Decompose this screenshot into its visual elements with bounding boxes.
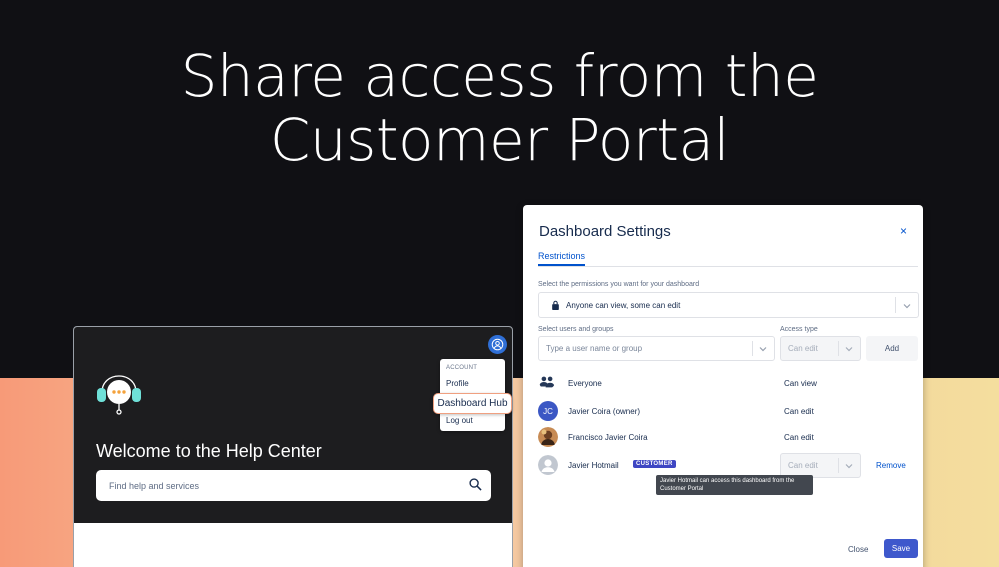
tab-restrictions[interactable]: Restrictions bbox=[538, 251, 586, 266]
add-button[interactable]: Add bbox=[866, 336, 918, 361]
chevron-down-icon bbox=[845, 347, 853, 352]
permissions-select[interactable]: Anyone can view, some can edit bbox=[538, 292, 919, 318]
access-type-select[interactable]: Can edit bbox=[780, 336, 861, 361]
users-label: Select users and groups bbox=[538, 326, 614, 333]
close-icon[interactable]: × bbox=[900, 224, 907, 238]
chevron-down-icon bbox=[759, 347, 767, 352]
access-type-label: Access type bbox=[780, 326, 818, 333]
save-button[interactable]: Save bbox=[884, 539, 918, 558]
customer-access-tooltip: Javier Hotmail can access this dashboard… bbox=[656, 475, 813, 495]
search-icon[interactable] bbox=[469, 478, 482, 491]
account-avatar-button[interactable] bbox=[488, 335, 507, 354]
permissions-label: Select the permissions you want for your… bbox=[538, 281, 700, 288]
row-name: Everyone bbox=[568, 379, 602, 388]
help-search-box[interactable] bbox=[96, 470, 491, 501]
access-type-value: Can edit bbox=[788, 344, 818, 353]
row-access: Can edit bbox=[784, 407, 814, 416]
avatar-initials: JC bbox=[543, 406, 553, 416]
headline-line-1: Share access from the bbox=[180, 42, 819, 110]
row-name: Javier Coira (owner) bbox=[568, 407, 641, 416]
dialog-title: Dashboard Settings bbox=[539, 223, 671, 240]
headline-line-2: Customer Portal bbox=[269, 106, 730, 174]
list-item: JC Javier Coira (owner) Can edit bbox=[538, 399, 918, 423]
chevron-down-icon bbox=[903, 304, 911, 309]
customer-badge: CUSTOMER bbox=[633, 460, 676, 468]
page-headline: Share access from the Customer Portal bbox=[0, 44, 999, 172]
menu-item-profile[interactable]: Profile bbox=[446, 379, 469, 388]
support-headset-icon bbox=[97, 375, 141, 415]
user-search-placeholder: Type a user name or group bbox=[546, 344, 643, 353]
menu-item-logout[interactable]: Log out bbox=[446, 416, 473, 425]
default-avatar-icon bbox=[538, 455, 558, 475]
help-search-input[interactable] bbox=[109, 480, 449, 491]
list-item: Francisco Javier Coira Can edit bbox=[538, 425, 918, 449]
chevron-down-icon bbox=[845, 464, 853, 469]
close-button[interactable]: Close bbox=[848, 545, 868, 554]
row-access: Can view bbox=[784, 379, 817, 388]
tab-divider bbox=[538, 266, 918, 267]
permissions-value: Anyone can view, some can edit bbox=[566, 300, 681, 310]
dashboard-settings-dialog: Dashboard Settings × Restrictions Select… bbox=[523, 205, 923, 567]
menu-item-dashboard-hub[interactable]: Dashboard Hub bbox=[433, 393, 512, 414]
list-item: Javier Hotmail CUSTOMER Can edit Remove bbox=[538, 453, 918, 478]
avatar bbox=[538, 427, 558, 447]
list-item: Everyone Can view bbox=[538, 371, 918, 395]
group-icon bbox=[539, 376, 555, 388]
row-access: Can edit bbox=[788, 461, 818, 470]
remove-button[interactable]: Remove bbox=[876, 461, 906, 470]
welcome-heading: Welcome to the Help Center bbox=[96, 441, 322, 461]
row-name: Francisco Javier Coira bbox=[568, 433, 648, 442]
user-search-field[interactable]: Type a user name or group bbox=[538, 336, 775, 361]
account-menu-heading: ACCOUNT bbox=[446, 365, 478, 371]
row-access: Can edit bbox=[784, 433, 814, 442]
row-name: Javier Hotmail bbox=[568, 461, 619, 470]
lock-icon bbox=[552, 300, 559, 310]
avatar: JC bbox=[538, 401, 558, 421]
user-circle-icon bbox=[491, 338, 504, 351]
